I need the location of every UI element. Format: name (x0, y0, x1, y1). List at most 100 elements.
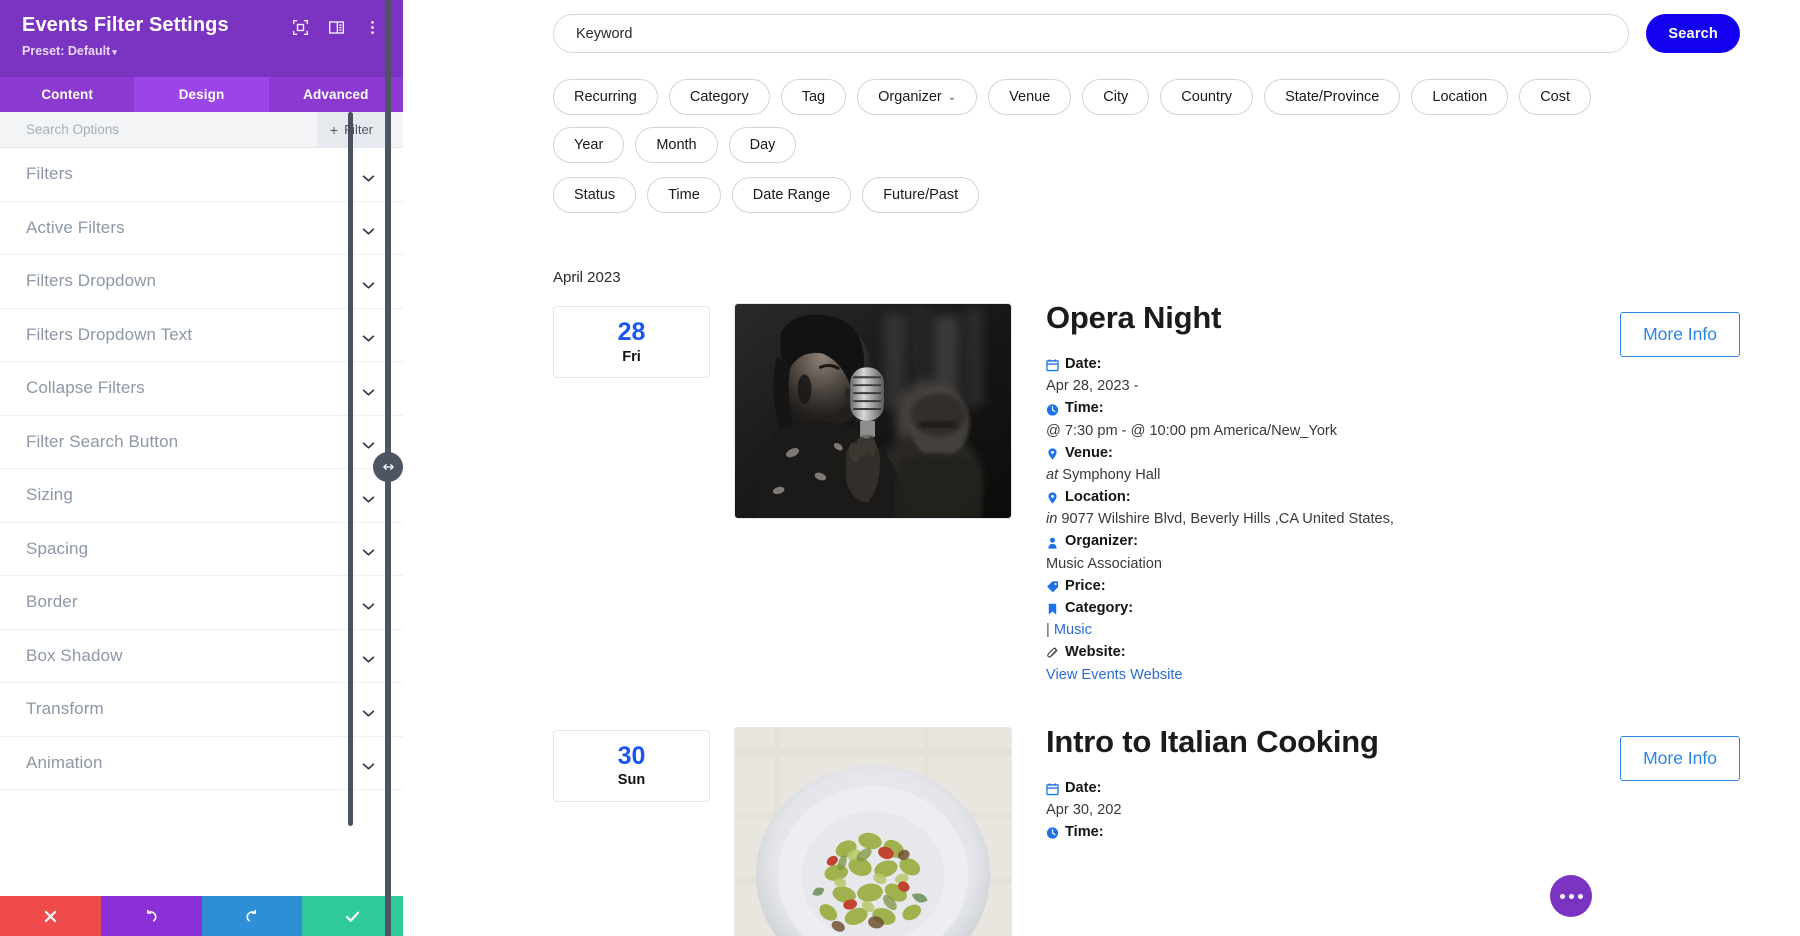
filter-pill-organizer[interactable]: Organizer ⌄ (857, 79, 978, 115)
pill-label: Day (749, 137, 776, 153)
event-thumbnail-wrap (710, 298, 1012, 519)
responsive-view-icon[interactable] (292, 19, 309, 36)
clock-icon (1046, 825, 1059, 839)
kebab-menu-icon[interactable] (364, 19, 381, 36)
event-day-number: 28 (617, 318, 646, 347)
calendar-icon (1046, 357, 1059, 372)
redo-button[interactable] (201, 896, 303, 936)
person-icon (1046, 535, 1059, 549)
search-button[interactable]: Search (1646, 14, 1740, 53)
event-image-pasta[interactable] (734, 726, 1012, 936)
sidebar-item-filters-dropdown[interactable]: Filters Dropdown (0, 255, 403, 309)
builder-app: Events Filter Settings Preset: Default ▾… (0, 0, 1800, 936)
tab-advanced[interactable]: Advanced (269, 77, 403, 112)
event-website-label-row: Website: (1046, 641, 1620, 663)
sidebar-tabs: Content Design Advanced (0, 77, 403, 112)
filter-pill-location[interactable]: Location (1411, 79, 1509, 115)
view-events-website-link[interactable]: View Events Website (1046, 667, 1183, 683)
sidebar-item-transform[interactable]: Transform (0, 683, 403, 737)
cancel-button[interactable] (0, 896, 101, 936)
filter-pill-recurring[interactable]: Recurring (553, 79, 658, 115)
sidebar-item-sizing[interactable]: Sizing (0, 469, 403, 523)
undo-button[interactable] (100, 896, 202, 936)
event-weekday: Fri (622, 348, 641, 365)
sidebar-item-label: Animation (26, 752, 103, 772)
filter-pill-cost[interactable]: Cost (1519, 79, 1592, 115)
event-price-label-row: Price: (1046, 575, 1620, 597)
sidebar-item-filters-dropdown-text[interactable]: Filters Dropdown Text (0, 308, 403, 362)
filter-pill-tag[interactable]: Tag (780, 79, 847, 115)
link-icon (1046, 645, 1059, 659)
sidebar-action-bar (0, 896, 403, 936)
event-meta-list: Date: Apr 30, 202 Time: (1046, 777, 1620, 844)
event-website-value: View Events Website (1046, 664, 1620, 686)
sidebar-item-box-shadow[interactable]: Box Shadow (0, 629, 403, 683)
filter-pill-state-province[interactable]: State/Province (1264, 79, 1401, 115)
category-link-music[interactable]: Music (1054, 622, 1092, 638)
event-time-label: Time: (1065, 824, 1104, 841)
sidebar-scrollbar[interactable] (348, 112, 353, 826)
pill-label: Status (574, 187, 616, 203)
events-preview: Search Recurring Category Tag Organizer ⌄… (403, 0, 1800, 936)
filter-pill-day[interactable]: Day (728, 127, 797, 163)
event-time-label-row: Time: (1046, 821, 1620, 843)
pill-label: Organizer (878, 89, 942, 105)
map-pin-icon (1046, 446, 1059, 460)
preset-selector[interactable]: Preset: Default ▾ (22, 44, 381, 58)
event-venue-value: at Symphony Hall (1046, 464, 1620, 486)
settings-sidebar: Events Filter Settings Preset: Default ▾… (0, 0, 403, 936)
keyword-search-row: Search (403, 0, 1800, 53)
sidebar-item-filters[interactable]: Filters (0, 148, 403, 202)
pill-label: Time (668, 187, 700, 203)
filter-pill-status[interactable]: Status (553, 177, 637, 213)
pill-label: State/Province (1285, 89, 1380, 105)
filter-pill-time[interactable]: Time (647, 177, 721, 213)
tab-content[interactable]: Content (0, 77, 134, 112)
sidebar-resize-handle[interactable] (373, 452, 403, 482)
filter-pill-future-past[interactable]: Future/Past (862, 177, 980, 213)
filter-pill-year[interactable]: Year (553, 127, 625, 163)
chevron-down-icon (362, 544, 375, 556)
chevron-down-icon (362, 277, 375, 289)
filter-pill-category[interactable]: Category (668, 79, 770, 115)
venue-name: Symphony Hall (1062, 466, 1161, 483)
sidebar-item-spacing[interactable]: Spacing (0, 522, 403, 576)
sidebar-item-border[interactable]: Border (0, 576, 403, 630)
event-image-singer[interactable] (734, 303, 1012, 519)
filter-pill-month[interactable]: Month (635, 127, 718, 163)
pill-label: Future/Past (883, 187, 959, 203)
chevron-down-icon (362, 491, 375, 503)
event-title[interactable]: Opera Night (1046, 300, 1620, 335)
chevron-down-icon (362, 651, 375, 663)
filter-pill-venue[interactable]: Venue (988, 79, 1072, 115)
filter-pill-date-range[interactable]: Date Range (731, 177, 852, 213)
search-input[interactable] (553, 14, 1630, 53)
event-details: Intro to Italian Cooking Date: Apr 30, 2… (1012, 722, 1620, 844)
event-date-box: 30 Sun (553, 729, 710, 802)
chevron-down-icon (362, 223, 375, 235)
price-tag-icon (1046, 579, 1059, 593)
sidebar-header: Events Filter Settings Preset: Default ▾ (0, 0, 403, 77)
event-time-label: Time: (1065, 400, 1104, 417)
event-weekday: Sun (617, 772, 646, 789)
sidebar-item-filter-search-button[interactable]: Filter Search Button (0, 415, 403, 469)
sidebar-item-label: Filters Dropdown Text (26, 324, 193, 344)
layout-panel-icon[interactable] (328, 19, 345, 36)
settings-sections-list: Filters Active Filters Filters Dropdown … (0, 148, 403, 896)
event-title[interactable]: Intro to Italian Cooking (1046, 724, 1620, 759)
more-info-button[interactable]: More Info (1620, 735, 1740, 781)
filter-pill-country[interactable]: Country (1160, 79, 1254, 115)
month-heading: April 2023 (553, 269, 621, 286)
event-venue-label: Venue: (1065, 444, 1113, 461)
sidebar-item-animation[interactable]: Animation (0, 736, 403, 790)
pill-label: City (1103, 89, 1129, 105)
filter-pill-city[interactable]: City (1082, 79, 1150, 115)
tab-design[interactable]: Design (134, 77, 269, 112)
sidebar-item-collapse-filters[interactable]: Collapse Filters (0, 362, 403, 416)
more-info-button[interactable]: More Info (1620, 312, 1740, 357)
search-options-input[interactable]: Search Options (26, 122, 119, 137)
more-options-fab[interactable] (1550, 875, 1592, 917)
sidebar-item-label: Filter Search Button (26, 431, 179, 451)
event-location-label: Location: (1065, 489, 1131, 506)
sidebar-item-active-filters[interactable]: Active Filters (0, 201, 403, 255)
